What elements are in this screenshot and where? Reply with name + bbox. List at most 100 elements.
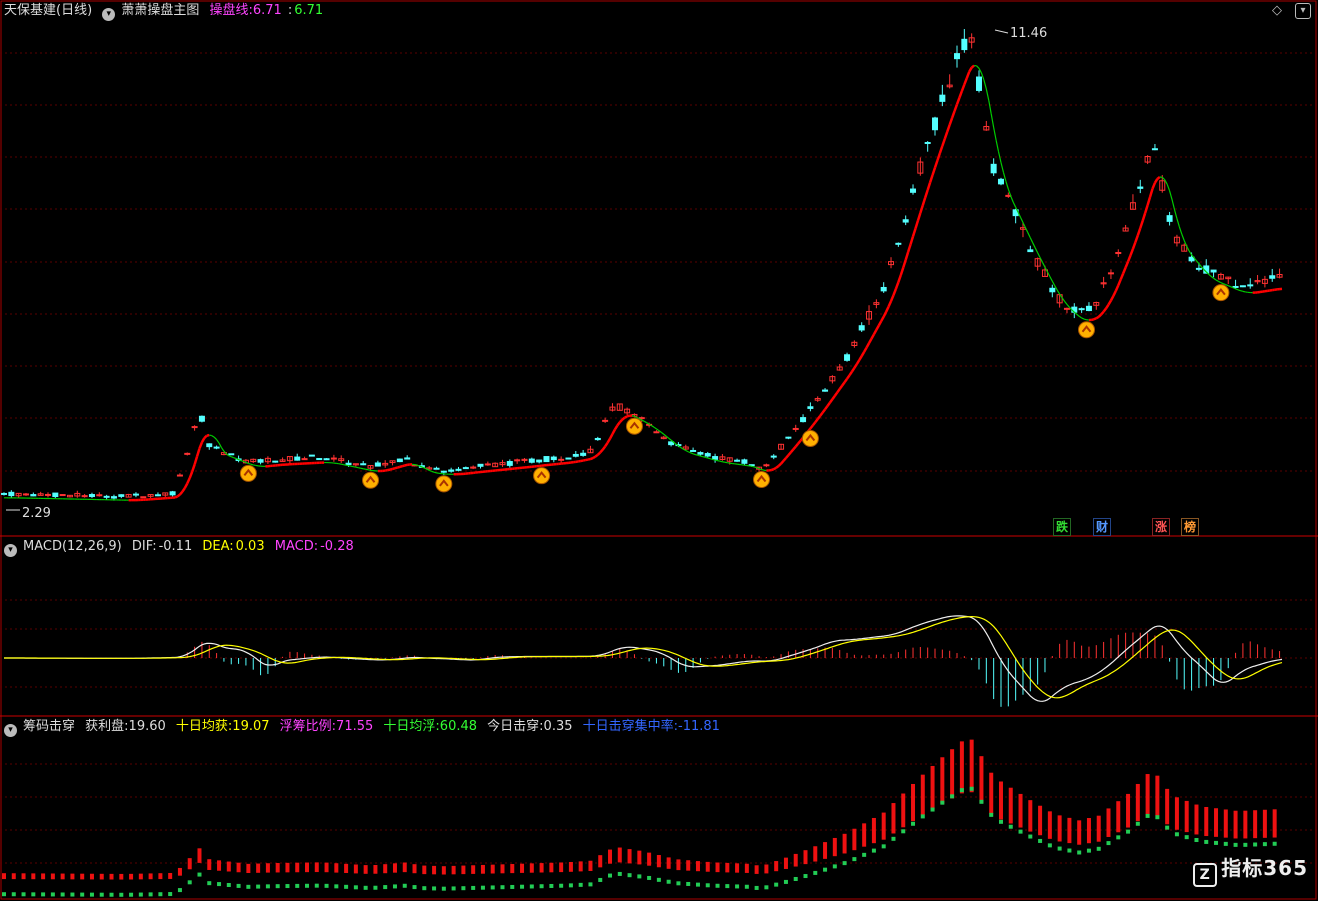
chip-bar xyxy=(1038,805,1043,836)
operating-line-segment xyxy=(404,463,408,467)
chip-bar xyxy=(754,865,759,874)
conc-label: 十日击穿集中率: xyxy=(582,719,679,734)
indicator-toggle-icon[interactable]: ▾ xyxy=(102,8,116,21)
operating-line-segment xyxy=(190,464,196,473)
chip-dot xyxy=(1155,815,1160,820)
chip-dot xyxy=(998,819,1003,824)
operating-line-segment xyxy=(651,425,655,428)
buy-signal-icon xyxy=(753,471,771,489)
operating-line-segment xyxy=(181,487,186,493)
operating-line-segment xyxy=(616,421,621,427)
chip-bar xyxy=(803,850,808,865)
stock-name[interactable]: 天保基建 xyxy=(4,3,56,18)
chip-title[interactable]: 筹码击穿 xyxy=(23,719,75,734)
badge-fall[interactable]: 跌 xyxy=(1053,518,1071,536)
chip-dot xyxy=(842,861,847,866)
chip-panel-header: ▾ 筹码击穿 获利盘:19.60 十日均获:19.07 浮筹比例:71.55 十日… xyxy=(4,718,726,737)
operating-line-segment xyxy=(178,490,184,496)
operating-line-segment xyxy=(853,363,858,369)
candle-body xyxy=(52,492,59,498)
chip-dot xyxy=(236,883,241,888)
macd-title[interactable]: MACD(12,26,9) xyxy=(23,539,122,554)
macd-value: -0.28 xyxy=(320,539,354,554)
operating-line-segment xyxy=(860,351,866,357)
buy-signal-icon xyxy=(1078,321,1096,339)
chip-dot xyxy=(559,883,564,888)
chip-bar xyxy=(275,863,280,873)
operating-line-segment xyxy=(690,452,694,455)
operating-line-segment xyxy=(216,439,220,444)
operating-line-segment xyxy=(231,456,234,459)
candle-body xyxy=(763,464,770,467)
diamond-icon[interactable]: ◇ xyxy=(1272,3,1282,18)
chip-bar xyxy=(598,855,603,868)
operating-line-segment xyxy=(431,470,435,473)
operating-line-segment xyxy=(850,367,856,373)
dea-value: 0.03 xyxy=(235,539,265,554)
chip-bar xyxy=(735,863,740,873)
candle-body xyxy=(653,431,660,434)
chip-bar xyxy=(441,866,446,875)
expand-icon[interactable]: ▾ xyxy=(1295,3,1311,19)
operating-line-segment xyxy=(1019,217,1024,223)
operating-line-segment xyxy=(794,442,800,448)
chart-canvas[interactable]: 11.46 2.29 xyxy=(0,0,1318,901)
operating-line-segment xyxy=(863,346,868,353)
operating-line-segment xyxy=(663,433,667,437)
candle-body xyxy=(96,494,103,497)
operating-line-segment xyxy=(624,415,628,419)
chip-dot xyxy=(1272,841,1277,846)
chip-dot xyxy=(1126,829,1131,834)
period-label[interactable]: (日线) xyxy=(56,3,92,18)
operating-line-segment xyxy=(858,355,863,361)
candle-body xyxy=(455,468,462,471)
chip-dot xyxy=(627,873,632,878)
operating-line-segment xyxy=(846,374,851,380)
chip-bar xyxy=(901,793,906,828)
chip-bar xyxy=(911,783,916,822)
macd-toggle-icon[interactable]: ▾ xyxy=(4,544,17,557)
candle-body xyxy=(990,163,997,174)
badge-finance[interactable]: 财 xyxy=(1093,518,1111,536)
candle-body xyxy=(1239,285,1246,288)
operating-line-segment xyxy=(360,467,364,470)
candle-body xyxy=(184,452,191,455)
badge-rank[interactable]: 榜 xyxy=(1181,518,1199,536)
chip-bar xyxy=(1018,793,1023,828)
operating-line-segment xyxy=(1173,209,1178,219)
operating-line-segment xyxy=(865,342,871,349)
chip-bar xyxy=(1204,806,1209,837)
operating-line-segment xyxy=(906,243,912,253)
chip-toggle-icon[interactable]: ▾ xyxy=(4,724,17,737)
operating-line-segment xyxy=(1083,318,1087,321)
operating-line-segment xyxy=(1024,227,1029,233)
operating-line-segment xyxy=(809,424,814,430)
chip-bar xyxy=(217,860,222,871)
operating-line-segment xyxy=(826,401,831,407)
operating-line-segment xyxy=(345,464,349,467)
chip-bar xyxy=(1174,797,1179,830)
chip-dot xyxy=(979,799,984,804)
chip-dot xyxy=(305,883,310,888)
operating-line-segment xyxy=(785,454,790,459)
operating-line-segment xyxy=(970,64,975,69)
chip-bar xyxy=(1067,817,1072,844)
chip-dot xyxy=(1008,824,1013,829)
chip-bar xyxy=(940,757,945,804)
chip-bar xyxy=(1145,774,1150,815)
candle-body xyxy=(1078,308,1085,311)
operating-line-segment xyxy=(792,445,797,451)
profit-value: 19.60 xyxy=(128,719,166,734)
chip-dot xyxy=(1184,835,1189,840)
chip-dot xyxy=(832,864,837,869)
badge-rise[interactable]: 涨 xyxy=(1152,518,1170,536)
operating-line-segment xyxy=(341,463,344,466)
operating-line-segment xyxy=(416,464,420,467)
chip-bar xyxy=(559,862,564,873)
chip-dot xyxy=(500,885,505,890)
operating-line-segment xyxy=(990,113,995,128)
main-indicator-name[interactable]: 萧萧操盘主图 xyxy=(121,3,199,18)
operating-line-segment xyxy=(880,316,885,322)
operating-line-segment xyxy=(875,324,880,331)
chip-dot xyxy=(1194,838,1199,843)
